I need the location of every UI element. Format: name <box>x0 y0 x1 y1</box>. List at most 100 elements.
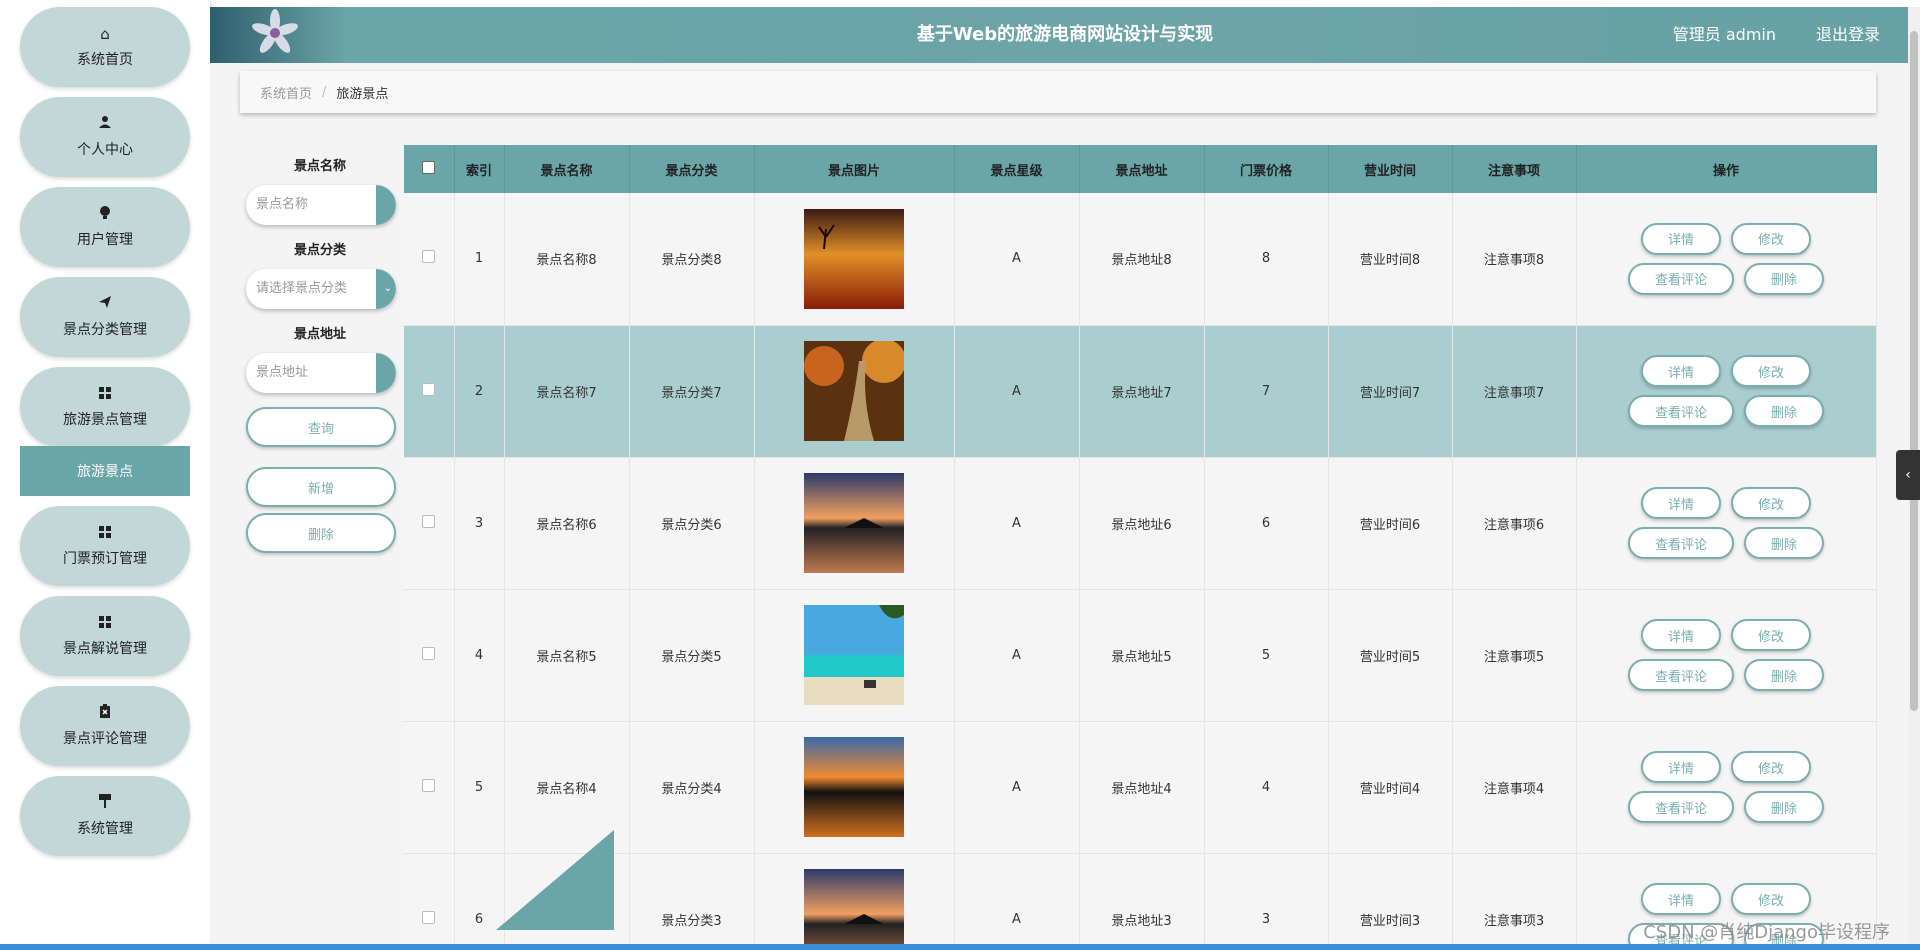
breadcrumb-home[interactable]: 系统首页 <box>260 83 312 102</box>
sidebar-item-label: 旅游景点管理 <box>63 412 147 428</box>
sidebar-item-comments[interactable]: 景点评论管理 <box>20 686 190 766</box>
view-comments-button[interactable]: 查看评论 <box>1628 527 1734 559</box>
view-comments-button[interactable]: 查看评论 <box>1628 659 1734 691</box>
cell-category: 景点分类5 <box>629 589 755 722</box>
edit-button[interactable]: 修改 <box>1731 619 1811 651</box>
add-button[interactable]: 新增 <box>246 467 396 507</box>
detail-button[interactable]: 详情 <box>1641 883 1721 915</box>
logout-link[interactable]: 退出登录 <box>1816 7 1880 63</box>
attraction-thumbnail <box>804 605 904 705</box>
edit-button[interactable]: 修改 <box>1731 487 1811 519</box>
col-price: 门票价格 <box>1204 145 1329 193</box>
cell-notes: 注意事项4 <box>1452 721 1577 854</box>
table-row[interactable]: 1 景点名称8 景点分类8 A 景点地址8 8 营业时间8 注意事项8 详情 修改 查看评论 删除 <box>404 193 1877 326</box>
table-row[interactable]: 4 景点名称5 景点分类5 A 景点地址5 5 营业时间5 注意事项5 详情 修改 查看评论 删除 <box>404 589 1877 722</box>
table-row[interactable]: 2 景点名称7 景点分类7 A 景点地址7 7 营业时间7 注意事项7 详情 修改 查看评论 删除 <box>404 325 1877 458</box>
query-button[interactable]: 查询 <box>246 407 396 447</box>
cell-address: 景点地址5 <box>1079 589 1205 722</box>
sidebar-item-label: 景点分类管理 <box>63 322 147 338</box>
sidebar-item-label: 景点评论管理 <box>63 731 147 747</box>
table-row[interactable]: 3 景点名称6 景点分类6 A 景点地址6 6 营业时间6 注意事项6 详情 修改 查看评论 删除 <box>404 457 1877 590</box>
attraction-thumbnail <box>804 341 904 441</box>
sidebar-item-system[interactable]: 系统管理 <box>20 776 190 856</box>
sidebar-item-label: 门票预订管理 <box>63 551 147 567</box>
detail-button[interactable]: 详情 <box>1641 751 1721 783</box>
row-checkbox[interactable] <box>404 589 455 722</box>
cell-index: 2 <box>454 325 505 458</box>
corner-decoration <box>496 830 614 930</box>
row-checkbox[interactable] <box>404 457 455 590</box>
view-comments-button[interactable]: 查看评论 <box>1628 791 1734 823</box>
sidebar-item-category[interactable]: 景点分类管理 <box>20 277 190 357</box>
cell-hours: 营业时间3 <box>1328 853 1453 950</box>
edit-button[interactable]: 修改 <box>1731 751 1811 783</box>
name-filter-input[interactable]: 景点名称 <box>246 185 396 225</box>
cell-image <box>754 589 955 722</box>
scrollbar-thumb[interactable] <box>1910 31 1918 711</box>
cell-star: A <box>954 457 1080 590</box>
table-row[interactable]: 5 景点名称4 景点分类4 A 景点地址4 4 营业时间4 注意事项4 详情 修改 查看评论 删除 <box>404 721 1877 854</box>
cell-notes: 注意事项6 <box>1452 457 1577 590</box>
address-filter-input[interactable]: 景点地址 <box>246 353 396 393</box>
cell-actions: 详情 修改查看评论 删除 <box>1576 325 1877 458</box>
delete-button[interactable]: 删除 <box>1744 791 1824 823</box>
sidebar-item-users[interactable]: 用户管理 <box>20 187 190 267</box>
home-icon: ⌂ <box>100 25 110 43</box>
delete-button[interactable]: 删除 <box>1744 395 1824 427</box>
cell-hours: 营业时间7 <box>1328 325 1453 458</box>
cell-star: A <box>954 589 1080 722</box>
detail-button[interactable]: 详情 <box>1641 355 1721 387</box>
sidebar-item-tickets[interactable]: 门票预订管理 <box>20 506 190 586</box>
detail-button[interactable]: 详情 <box>1641 487 1721 519</box>
sidebar: ⌂ 系统首页 个人中心 用户管理 景点分类管理 旅游景点管理 旅游景点 门票预订… <box>0 0 210 950</box>
watermark: CSDN @肖纯Django毕设程序 <box>1643 922 1890 943</box>
sidebar-item-guides[interactable]: 景点解说管理 <box>20 596 190 676</box>
row-checkbox[interactable] <box>404 325 455 458</box>
sidebar-item-label: 用户管理 <box>77 232 133 248</box>
col-hours: 营业时间 <box>1328 145 1453 193</box>
cell-name: 景点名称5 <box>504 589 630 722</box>
cell-price: 6 <box>1204 457 1329 590</box>
grid-icon <box>99 614 111 632</box>
cell-address: 景点地址4 <box>1079 721 1205 854</box>
col-image: 景点图片 <box>754 145 955 193</box>
sidebar-item-home[interactable]: ⌂ 系统首页 <box>20 7 190 87</box>
cell-address: 景点地址3 <box>1079 853 1205 950</box>
grid-icon <box>99 385 111 403</box>
name-filter-label: 景点名称 <box>293 159 346 174</box>
delete-button[interactable]: 删除 <box>1744 262 1824 295</box>
attraction-thumbnail <box>804 473 904 573</box>
view-comments-button[interactable]: 查看评论 <box>1628 262 1734 295</box>
batch-delete-button[interactable]: 删除 <box>246 513 396 553</box>
cell-category: 景点分类6 <box>629 457 755 590</box>
view-comments-button[interactable]: 查看评论 <box>1628 395 1734 427</box>
sidebar-subitem-attractions[interactable]: 旅游景点 <box>20 446 190 496</box>
detail-button[interactable]: 详情 <box>1641 619 1721 651</box>
sidebar-item-attractions[interactable]: 旅游景点管理 <box>20 367 190 447</box>
edit-button[interactable]: 修改 <box>1731 355 1811 387</box>
attractions-table: 索引 景点名称 景点分类 景点图片 景点星级 景点地址 门票价格 营业时间 注意… <box>404 145 1877 950</box>
row-checkbox[interactable] <box>404 721 455 854</box>
main-content: 系统首页 / 旅游景点 景点名称 景点名称 景点分类 请选择景点分类 ⌄ 景点地… <box>210 63 1920 950</box>
cell-index: 3 <box>454 457 505 590</box>
cell-star: A <box>954 853 1080 950</box>
row-checkbox[interactable] <box>404 853 455 950</box>
sidebar-item-profile[interactable]: 个人中心 <box>20 97 190 177</box>
col-address: 景点地址 <box>1079 145 1205 193</box>
chevron-down-icon: ⌄ <box>383 283 392 294</box>
delete-button[interactable]: 删除 <box>1744 659 1824 691</box>
category-filter-select[interactable]: 请选择景点分类 ⌄ <box>246 269 396 309</box>
attraction-thumbnail <box>804 737 904 837</box>
row-checkbox[interactable] <box>404 193 455 326</box>
cell-price: 3 <box>1204 853 1329 950</box>
detail-button[interactable]: 详情 <box>1641 222 1721 255</box>
category-filter-label: 景点分类 <box>293 243 346 258</box>
send-icon <box>98 295 112 313</box>
select-all-checkbox[interactable] <box>404 145 455 193</box>
edit-button[interactable]: 修改 <box>1731 883 1811 915</box>
attraction-thumbnail <box>804 208 904 309</box>
chevron-left-icon[interactable]: ‹ <box>1896 450 1920 500</box>
sidebar-item-label: 个人中心 <box>77 142 133 158</box>
edit-button[interactable]: 修改 <box>1731 222 1811 255</box>
delete-button[interactable]: 删除 <box>1744 527 1824 559</box>
